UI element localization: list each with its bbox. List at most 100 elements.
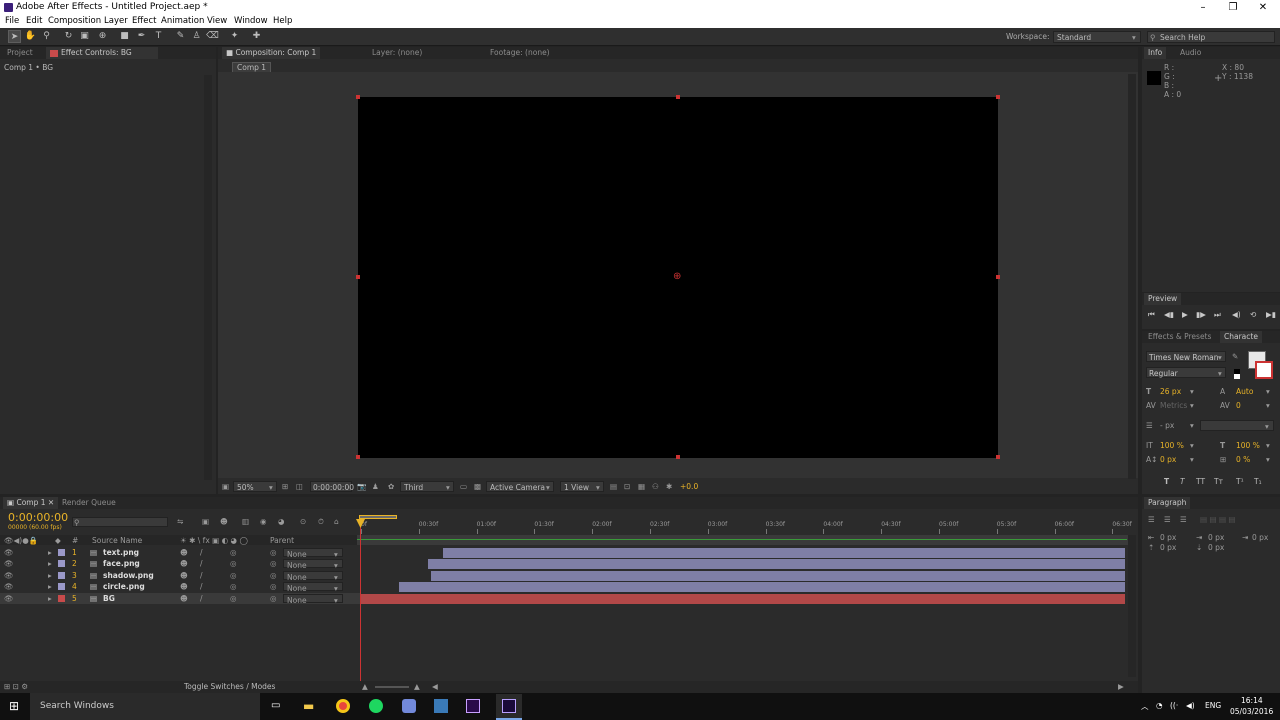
tab-info[interactable]: Info [1144,47,1167,59]
zoom-tool-icon[interactable]: ⚲ [40,30,53,43]
faux-bold-icon[interactable]: T [1164,477,1169,486]
visual-studio-icon[interactable] [434,699,448,713]
stroke-type-dropdown[interactable]: ▾ [1200,420,1274,431]
tab-effect-controls[interactable]: Effect Controls: BG [46,47,158,59]
show-snapshot-icon[interactable]: ♟ [372,482,379,491]
previous-frame-icon[interactable]: ◀▮ [1164,310,1174,319]
current-time-indicator[interactable] [360,523,361,681]
space-after-value[interactable]: 0 px [1208,543,1224,552]
column-source-name[interactable]: Source Name [92,536,142,545]
stroke-width-value[interactable]: - px [1160,421,1174,430]
view-layout-dropdown[interactable]: 1 View ▾ [560,481,604,492]
discord-icon[interactable] [402,699,416,713]
tab-project[interactable]: Project [3,47,37,59]
selection-handle[interactable] [356,275,360,279]
font-size-value[interactable]: 26 px [1160,387,1181,396]
motion-blur-switch-icon[interactable]: ◎ [230,570,237,581]
current-time-field[interactable]: 0:00:00:00 [310,481,354,492]
chevron-down-icon[interactable]: ▾ [1266,387,1270,396]
close-button[interactable]: ✕ [1248,0,1278,15]
selection-tool-icon[interactable]: ➤ [8,30,21,43]
file-explorer-icon[interactable]: ▬ [303,699,314,713]
timeline-icon[interactable]: ▦ [638,482,645,491]
indent-left-value[interactable]: 0 px [1160,533,1176,542]
selection-handle[interactable] [996,95,1000,99]
shy-layers-icon[interactable]: ☻ [220,517,228,526]
pen-tool-icon[interactable]: ✒ [135,30,148,43]
selection-handle[interactable] [996,275,1000,279]
premiere-pro-icon[interactable] [466,699,480,713]
tab-render-queue[interactable]: Render Queue [58,497,120,509]
layer-row[interactable]: 👁 ▸ 1 ▤ text.png ☻ / ◎ ◎ None ▾ [0,547,360,559]
chevron-down-icon[interactable]: ▾ [1266,401,1270,410]
clone-stamp-tool-icon[interactable]: ♙ [190,30,203,43]
shy-switch-icon[interactable]: ☻ [180,547,188,558]
transparency-grid-icon[interactable]: ▩ [474,482,481,491]
selection-handle[interactable] [996,455,1000,459]
menu-edit[interactable]: Edit [26,15,42,28]
chevron-down-icon[interactable]: ▾ [1266,455,1270,464]
resolution-dropdown[interactable]: Third ▾ [400,481,454,492]
superscript-icon[interactable]: T¹ [1236,477,1244,486]
shy-switch-icon[interactable]: ☻ [180,581,188,592]
graph-editor-icon[interactable]: ◕ [278,517,285,526]
layer-row[interactable]: 👁 ▸ 2 ▤ face.png ☻ / ◎ ◎ None ▾ [0,558,360,570]
tsume-value[interactable]: 0 % [1236,455,1250,464]
stopwatch-icon[interactable]: ⏱ [318,517,324,527]
rectangle-tool-icon[interactable]: ■ [118,30,131,43]
pickwhip-icon[interactable]: ◎ [270,570,277,581]
layer-label-color[interactable] [58,549,65,556]
indent-right-value[interactable]: 0 px [1252,533,1268,542]
motion-blur-switch-icon[interactable]: ◎ [230,593,237,604]
clock-date[interactable]: 05/03/2016 [1230,707,1273,716]
layer-label-color[interactable] [58,560,65,568]
menu-window[interactable]: Window [234,15,268,28]
zoom-in-icon[interactable]: ▲ [414,682,420,691]
chevron-down-icon[interactable]: ▾ [1266,441,1270,450]
hand-tool-icon[interactable]: ✋ [24,30,37,43]
menu-view[interactable]: View [207,15,227,28]
channel-icon[interactable]: ✿ [388,482,394,491]
tab-audio[interactable]: Audio [1176,47,1205,59]
region-of-interest-icon[interactable]: ▭ [460,482,467,491]
visibility-eye-icon[interactable]: 👁 [4,581,14,592]
workspace-dropdown[interactable]: Standard ▾ [1053,31,1141,43]
layer-row[interactable]: 👁 ▸ 5 ▤ BG ☻ / ◎ ◎ None ▾ [0,592,360,605]
show-hidden-icons[interactable]: ︿ [1141,701,1149,712]
next-frame-icon[interactable]: ▮▶ [1196,310,1206,319]
motion-blur-icon[interactable]: ◉ [260,517,267,526]
menu-composition[interactable]: Composition [48,15,101,28]
layer-duration-bar[interactable] [361,593,1125,604]
play-icon[interactable]: ▶ [1182,310,1188,319]
tab-character[interactable]: Characte [1220,331,1262,343]
indent-first-value[interactable]: 0 px [1208,533,1224,542]
exposure-icon[interactable]: ✱ [666,482,672,491]
tab-comp1-timeline[interactable]: ▣ Comp 1 ✕ [3,497,59,509]
selection-handle[interactable] [676,95,680,99]
toggle-switches-modes-button[interactable]: Toggle Switches / Modes [184,682,275,691]
windows-start-icon[interactable]: ⊞ [9,699,19,713]
layer-name[interactable]: face.png [103,558,140,569]
viewer-scrollbar[interactable] [1128,74,1136,479]
layer-name[interactable]: BG [103,593,115,604]
brush-tool-icon[interactable]: ✎ [174,30,187,43]
after-effects-taskbar-button[interactable] [496,694,522,720]
draft-3d-icon[interactable]: ▣ [202,517,209,526]
chevron-down-icon[interactable]: ▾ [1190,421,1194,430]
layer-duration-bar[interactable] [398,582,1125,593]
quality-switch-icon[interactable]: / [200,547,203,558]
pickwhip-icon[interactable]: ◎ [270,593,277,604]
snapshot-icon[interactable]: 📷 [357,482,366,491]
expand-triangle-icon[interactable]: ▸ [48,547,52,558]
zoom-slider[interactable] [375,686,409,688]
white-swatch[interactable] [1234,374,1240,379]
scroll-right-icon[interactable]: ▶ [1118,682,1124,691]
space-before-value[interactable]: 0 px [1160,543,1176,552]
tab-preview[interactable]: Preview [1144,293,1182,305]
grid-icon[interactable]: ⊞ [282,482,288,491]
visibility-eye-icon[interactable]: 👁 [4,558,14,569]
selection-handle[interactable] [676,455,680,459]
maximize-button[interactable]: ❐ [1218,0,1248,15]
visibility-eye-icon[interactable]: 👁 [4,570,14,581]
mute-audio-icon[interactable]: ◀) [1232,310,1241,319]
